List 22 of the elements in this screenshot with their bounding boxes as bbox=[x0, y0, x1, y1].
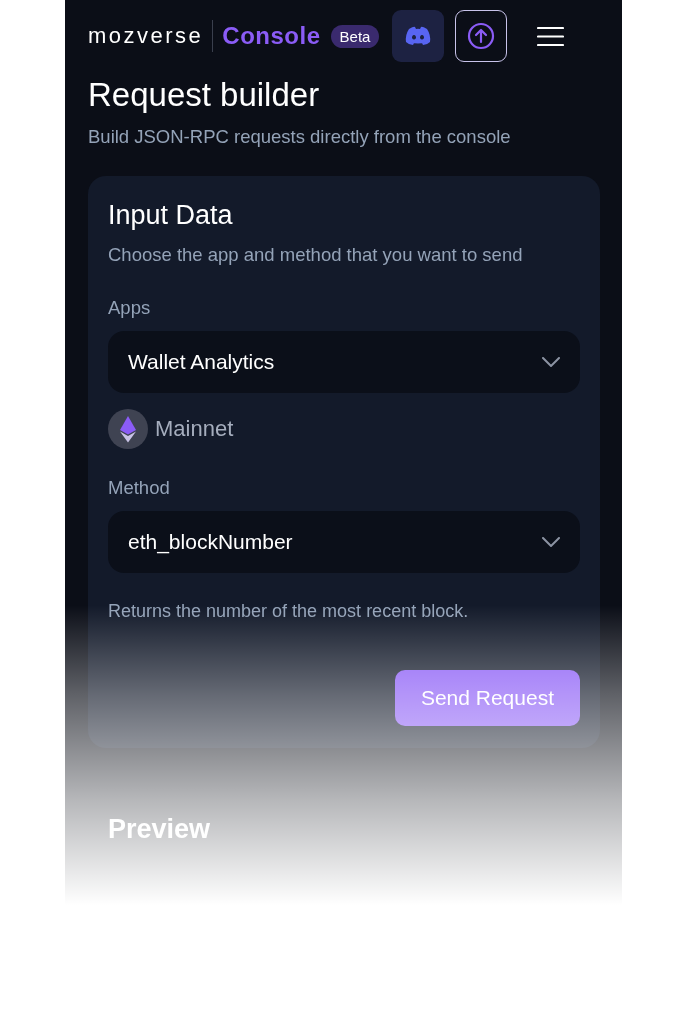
preview-title: Preview bbox=[108, 814, 212, 845]
method-dropdown[interactable]: eth_blockNumber bbox=[108, 511, 580, 573]
page-title: Request builder bbox=[88, 76, 321, 114]
chevron-down-icon bbox=[542, 537, 560, 547]
product-name: Console bbox=[222, 22, 321, 50]
game-controller-icon bbox=[405, 26, 432, 46]
upload-button[interactable] bbox=[455, 10, 508, 62]
apps-dropdown[interactable]: Wallet Analytics bbox=[108, 331, 580, 393]
network-label: Mainnet bbox=[155, 416, 234, 442]
page-subtitle: Build JSON-RPC requests directly from the console bbox=[88, 126, 512, 148]
arrow-up-circle-icon bbox=[467, 22, 496, 50]
ethereum-icon bbox=[108, 409, 148, 449]
field-label: Apps bbox=[108, 297, 152, 319]
brand-name: mozverse bbox=[88, 23, 204, 49]
beta-badge: Beta bbox=[330, 24, 380, 48]
menu-icon[interactable] bbox=[537, 25, 565, 47]
chevron-down-icon bbox=[542, 357, 560, 367]
field-label: Method bbox=[108, 477, 171, 499]
card-title: Input Data bbox=[108, 200, 234, 231]
chat-button[interactable] bbox=[392, 10, 445, 62]
method-description: Returns the number of the most recent block. bbox=[108, 601, 470, 622]
card-description: Choose the app and method that you want to send bbox=[108, 243, 524, 267]
